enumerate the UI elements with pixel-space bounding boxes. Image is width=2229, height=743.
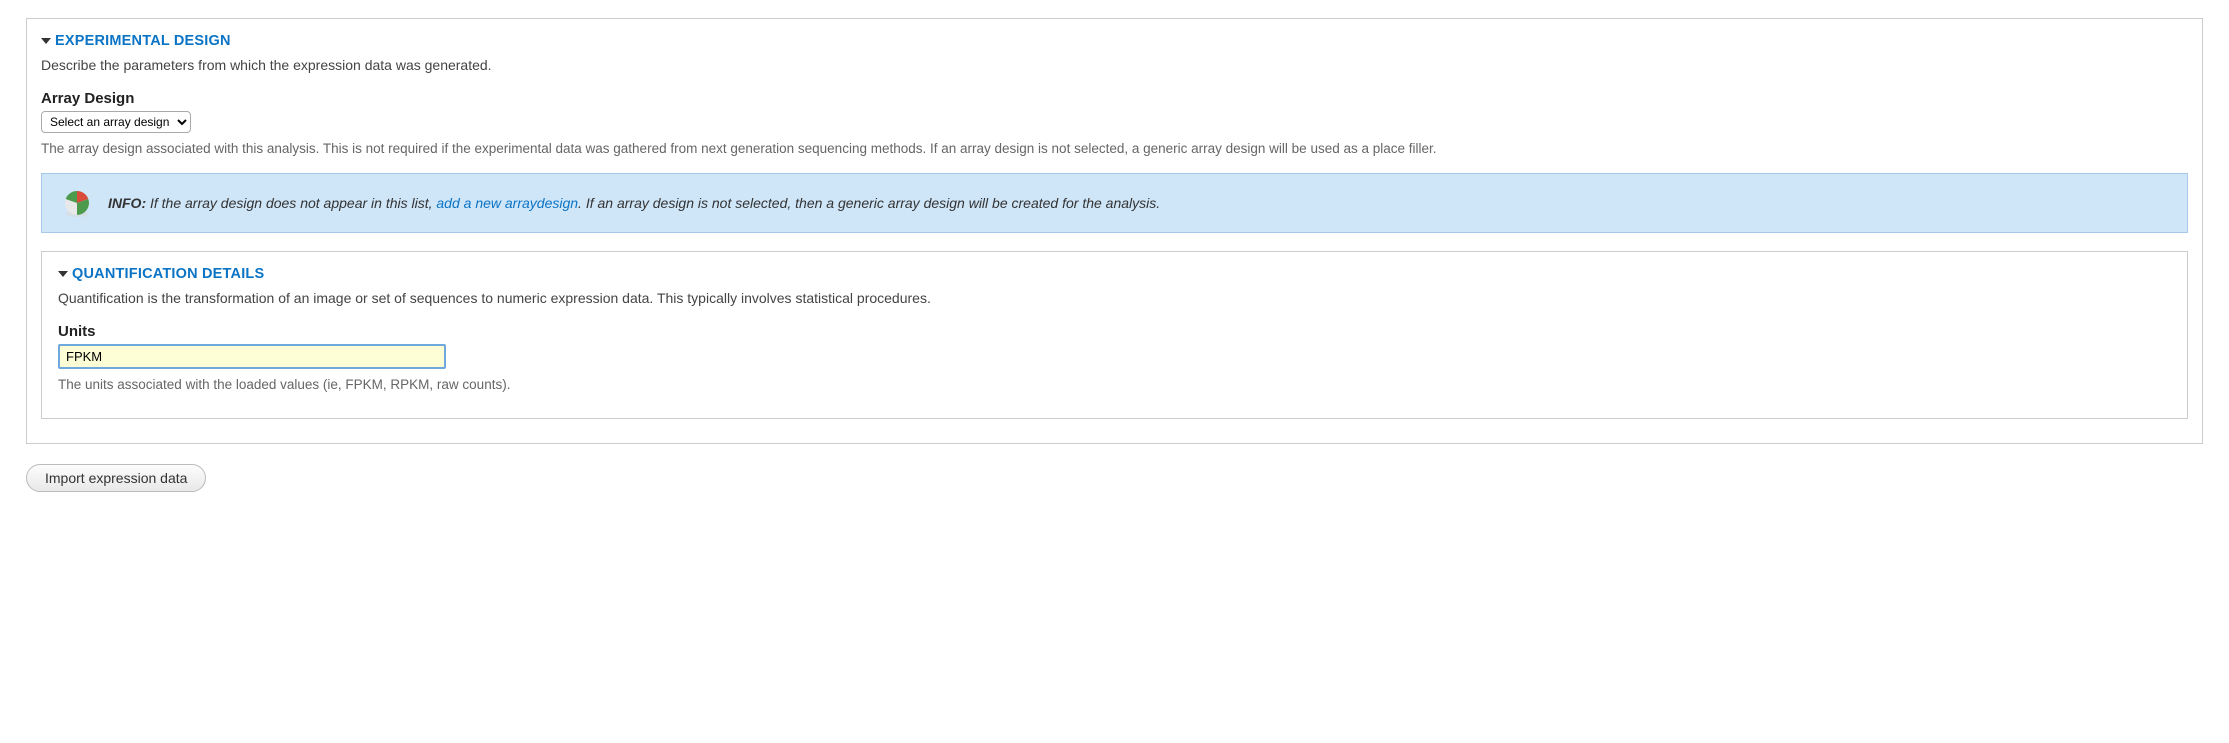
caret-down-icon [41, 38, 51, 44]
experimental-design-title: EXPERIMENTAL DESIGN [55, 33, 231, 49]
units-help: The units associated with the loaded val… [58, 375, 2171, 395]
info-text: INFO: If the array design does not appea… [108, 192, 1160, 214]
import-expression-data-button[interactable]: Import expression data [26, 464, 206, 492]
experimental-design-toggle[interactable]: EXPERIMENTAL DESIGN [41, 33, 2188, 49]
units-label: Units [58, 323, 2171, 340]
info-label: INFO: [108, 195, 146, 211]
info-text-after: . If an array design is not selected, th… [578, 195, 1160, 211]
quantification-description: Quantification is the transformation of … [58, 288, 2171, 309]
pie-chart-icon [56, 188, 98, 218]
quantification-toggle[interactable]: QUANTIFICATION DETAILS [58, 266, 2171, 282]
experimental-design-description: Describe the parameters from which the e… [41, 55, 2188, 76]
units-input[interactable] [58, 344, 446, 369]
experimental-design-panel: EXPERIMENTAL DESIGN Describe the paramet… [26, 18, 2203, 444]
quantification-panel: QUANTIFICATION DETAILS Quantification is… [41, 251, 2188, 418]
submit-row: Import expression data [26, 464, 2203, 492]
caret-down-icon [58, 271, 68, 277]
add-array-design-link[interactable]: add a new arraydesign [436, 195, 578, 211]
info-box: INFO: If the array design does not appea… [41, 173, 2188, 233]
array-design-select[interactable]: Select an array design [41, 111, 191, 133]
array-design-label: Array Design [41, 90, 2188, 107]
info-text-before: If the array design does not appear in t… [146, 195, 436, 211]
quantification-title: QUANTIFICATION DETAILS [72, 266, 264, 282]
array-design-help: The array design associated with this an… [41, 139, 2188, 159]
